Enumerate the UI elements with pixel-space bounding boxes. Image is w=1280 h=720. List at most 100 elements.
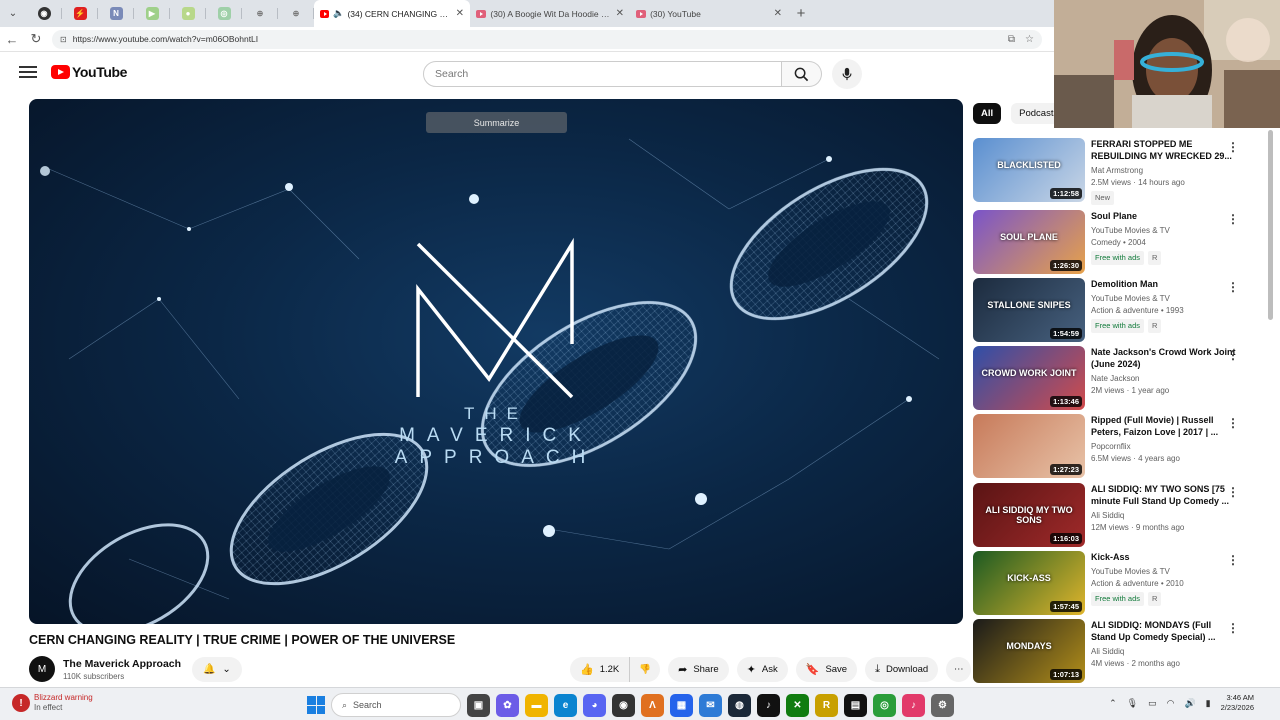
pinned-tab[interactable]: ◉ [26,0,62,27]
split-screen-icon[interactable]: ⧉ [1008,34,1015,45]
recommendation-title[interactable]: FERRARI STOPPED ME REBUILDING MY WRECKED… [1091,138,1237,162]
reload-icon[interactable]: ↻ [24,31,48,47]
more-vertical-icon[interactable]: ⋮ [1227,416,1239,430]
video-thumbnail[interactable]: KICK-ASS 1:57:45 [973,551,1085,615]
recommendation-title[interactable]: Kick-Ass [1091,551,1237,563]
recommendation-channel[interactable]: YouTube Movies & TV [1091,566,1237,578]
xbox-icon[interactable]: ✕ [786,693,809,717]
microphone-icon[interactable]: 🎙 [1127,698,1138,709]
video-thumbnail[interactable]: MONDAYS 1:07:13 [973,619,1085,683]
video-thumbnail[interactable]: STALLONE SNIPES 1:54:59 [973,278,1085,342]
pinned-tab[interactable]: ▶ [134,0,170,27]
tiktok-icon[interactable]: ♪ [757,693,780,717]
chip-all[interactable]: All [973,103,1002,124]
video-player[interactable]: THE MAVERICK APPROACH [29,99,963,624]
video-thumbnail[interactable]: BLACKLISTED 1:12:58 [973,138,1085,202]
recommendation-channel[interactable]: Ali Siddiq [1091,646,1237,658]
more-vertical-icon[interactable]: ⋮ [1227,348,1239,362]
display-icon[interactable]: ▭ [1148,698,1157,709]
download-button[interactable]: ⤓ Download [865,657,939,682]
recommendation-channel[interactable]: YouTube Movies & TV [1091,293,1237,305]
battery-icon[interactable]: ▮ [1206,698,1211,709]
recommendation-title[interactable]: ALI SIDDIQ: MONDAYS (Full Stand Up Comed… [1091,619,1237,643]
taskbar-search[interactable]: ⌕ Search [331,693,461,717]
recommendation-item[interactable]: 1:27:23 Ripped (Full Movie) | Russell Pet… [973,414,1263,478]
recommendation-channel[interactable]: Mat Armstrong [1091,165,1237,177]
address-bar[interactable]: ⊡ https://www.youtube.com/watch?v=m06OBo… [52,29,1042,49]
mail-icon[interactable]: ✉ [699,693,722,717]
copilot-icon[interactable]: ✿ [496,693,519,717]
file-explorer-icon[interactable]: ▬ [525,693,548,717]
close-tab-icon[interactable]: ✕ [456,8,464,19]
ask-button[interactable]: ✦ Ask [736,657,788,682]
new-tab-plus-icon[interactable]: + [788,5,814,22]
channel-avatar[interactable]: M [29,656,55,682]
like-button[interactable]: 👍 1.2K [570,657,631,682]
rockstar-icon[interactable]: R [815,693,838,717]
chevron-up-icon[interactable]: ⌃ [1109,698,1117,709]
wifi-icon[interactable]: ◠ [1167,698,1175,709]
recommendation-title[interactable]: Nate Jackson's Crowd Work Joint (June 20… [1091,346,1237,370]
pinned-tab-globe-icon[interactable]: ⊕ [242,0,278,27]
youtube-logo[interactable]: YouTube [51,64,127,80]
recommendation-item[interactable]: CROWD WORK JOINT 1:13:46 Nate Jackson's Cr… [973,346,1263,410]
share-button[interactable]: ➦ Share [668,657,729,682]
recommendation-title[interactable]: Soul Plane [1091,210,1237,222]
browser-tab-active[interactable]: 🔈 (34) CERN CHANGING REALIT ✕ [314,0,470,27]
recommendation-channel[interactable]: Popcornflix [1091,441,1237,453]
video-thumbnail[interactable]: ALI SIDDIQ MY TWO SONS 1:16:03 [973,483,1085,547]
back-arrow-icon[interactable]: ← [0,32,24,47]
favorite-star-icon[interactable]: ☆ [1025,34,1034,45]
recommendation-title[interactable]: ALI SIDDIQ: MY TWO SONS [75 minute Full … [1091,483,1237,507]
volume-icon[interactable]: 🔊 [1184,698,1195,709]
close-tab-icon[interactable]: ✕ [774,8,782,19]
tab-list-chevron-icon[interactable]: ⌄ [0,0,26,27]
more-vertical-icon[interactable]: ⋮ [1227,553,1239,567]
menu-hamburger-icon[interactable] [19,63,37,81]
recommendation-item[interactable]: SOUL PLANE 1:26:30 Soul Plane YouTube Movie… [973,210,1263,274]
edge-browser-icon[interactable]: e [554,693,577,717]
recommendation-item[interactable]: BLACKLISTED 1:12:58 FERRARI STOPPED ME REB… [973,138,1263,205]
more-vertical-icon[interactable]: ⋮ [1227,280,1239,294]
scrollbar[interactable] [1267,128,1275,683]
browser-tab[interactable]: (30) YouTube ✕ [630,0,788,27]
pinned-tab[interactable]: ● [170,0,206,27]
video-thumbnail[interactable]: CROWD WORK JOINT 1:13:46 [973,346,1085,410]
scrollbar-thumb[interactable] [1268,130,1273,320]
recommendation-item[interactable]: KICK-ASS 1:57:45 Kick-Ass YouTube Movies & … [973,551,1263,615]
video-thumbnail[interactable]: 1:27:23 [973,414,1085,478]
pinned-tab[interactable]: N [98,0,134,27]
pinned-tab-globe-icon[interactable]: ⊕ [278,0,314,27]
browser-tab[interactable]: (30) A Boogie Wit Da Hoodie - Till ✕ [470,0,630,27]
recommendation-channel[interactable]: Nate Jackson [1091,373,1237,385]
steam-icon[interactable]: ◍ [728,693,751,717]
search-button[interactable] [782,61,822,87]
settings-gear-icon[interactable]: ⚙ [931,693,954,717]
tiktok-live-icon[interactable]: ♪ [902,693,925,717]
recommendation-item[interactable]: MONDAYS 1:07:13 ALI SIDDIQ: MONDAYS (Full … [973,619,1263,683]
discord-icon[interactable]: ◕ [583,693,606,717]
summarize-button[interactable]: Summarize [426,112,567,133]
pinned-tab[interactable]: ◎ [206,0,242,27]
task-view-icon[interactable]: ▣ [467,693,490,717]
video-thumbnail[interactable]: SOUL PLANE 1:26:30 [973,210,1085,274]
start-windows-icon[interactable] [307,696,325,714]
close-tab-icon[interactable]: ✕ [616,8,624,19]
clock[interactable]: 3:46 AM 2/23/2026 [1221,693,1254,713]
store-icon[interactable]: ▦ [670,693,693,717]
recommendation-channel[interactable]: YouTube Movies & TV [1091,225,1237,237]
recommendation-channel[interactable]: Ali Siddiq [1091,510,1237,522]
recommendation-title[interactable]: Ripped (Full Movie) | Russell Peters, Fa… [1091,414,1237,438]
recommendation-title[interactable]: Demolition Man [1091,278,1237,290]
more-vertical-icon[interactable]: ⋮ [1227,485,1239,499]
more-vertical-icon[interactable]: ⋮ [1227,140,1239,154]
more-vertical-icon[interactable]: ⋮ [1227,621,1239,635]
chrome-icon[interactable]: ◎ [873,693,896,717]
save-button[interactable]: 🔖 Save [795,657,858,682]
recommendation-item[interactable]: STALLONE SNIPES 1:54:59 Demolition Man YouT… [973,278,1263,342]
more-vertical-icon[interactable]: ⋮ [1227,212,1239,226]
site-info-icon[interactable]: ⊡ [60,35,67,44]
notifications-button[interactable]: 🔔 ⌄ [192,657,242,682]
app-icon[interactable]: Λ [641,693,664,717]
weather-widget[interactable]: ! Blizzard warning In effect [12,693,93,713]
